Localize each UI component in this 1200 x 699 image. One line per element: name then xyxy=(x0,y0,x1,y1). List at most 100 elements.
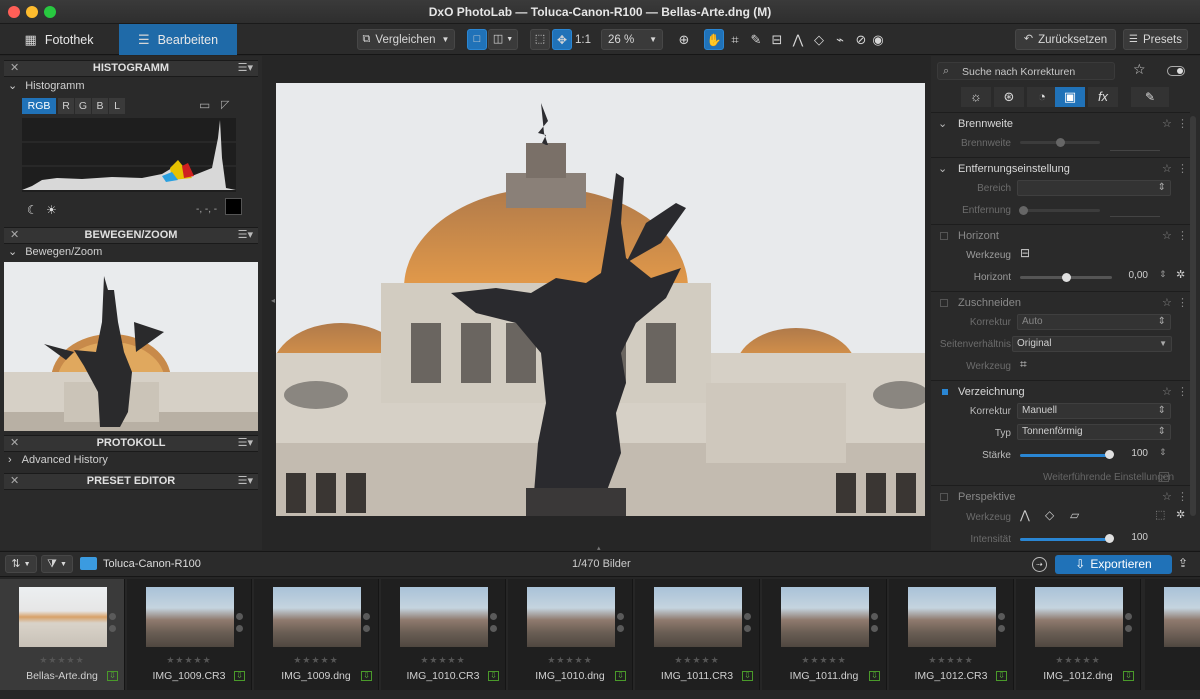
auto-magic-icon[interactable]: ✲ xyxy=(1176,508,1185,521)
close-icon[interactable]: ✕ xyxy=(10,61,19,76)
folder-name[interactable]: Toluca-Canon-R100 xyxy=(103,558,201,570)
filmstrip-scrollbar[interactable] xyxy=(0,690,1200,699)
move-zoom-header[interactable]: ✕ BEWEGEN/ZOOM ☰▾ xyxy=(4,227,258,244)
thumbnail[interactable]: ★★★★★ IMG_1011.CR3 ⇩ xyxy=(635,579,760,690)
tab-library[interactable]: ▦ Fotothek xyxy=(0,24,118,55)
rating-stars[interactable]: ★★★★★ xyxy=(762,655,886,666)
menu-icon[interactable]: ☰▾ xyxy=(238,61,253,76)
chevron-down-icon[interactable]: ⌄ xyxy=(1159,472,1169,482)
distortion-correction-select[interactable]: Manuell ⇕ xyxy=(1017,403,1171,419)
thumbnail[interactable]: ★★★★★ Bellas-Arte.dng ⇩ xyxy=(0,579,125,690)
perspective-tool-button[interactable]: ⋀ xyxy=(788,29,808,50)
thumbnail[interactable]: ★★★★★ IMG_1011.dng ⇩ xyxy=(762,579,887,690)
thumbnail-image[interactable] xyxy=(400,587,488,647)
zoom-one-to-one-button[interactable]: 1:1 xyxy=(573,29,593,50)
thumbnail[interactable]: ★★★★★ IMG_1010.dng ⇩ xyxy=(508,579,633,690)
horizon-knob[interactable] xyxy=(1062,273,1071,282)
tab-color-icon[interactable]: ⊛ xyxy=(994,87,1024,107)
rating-stars[interactable]: ★★★★★ xyxy=(0,655,124,666)
options-icon[interactable]: ⋮ xyxy=(1177,113,1188,135)
channel-b[interactable]: B xyxy=(92,98,108,114)
horizon-tool-button[interactable]: ⊟ xyxy=(767,29,787,50)
options-icon[interactable]: ⋮ xyxy=(1177,486,1188,508)
favorite-star-icon[interactable]: ☆ xyxy=(1162,486,1172,508)
move-tool-button[interactable]: ✥ xyxy=(552,29,572,50)
section-enable-checkbox[interactable] xyxy=(940,299,948,307)
auto-magic-icon[interactable]: ✲ xyxy=(1176,268,1185,281)
thumbnail-image[interactable] xyxy=(1035,587,1123,647)
options-icon[interactable]: ⋮ xyxy=(1177,292,1188,314)
download-icon[interactable]: ⇩ xyxy=(361,671,372,681)
thumbnail-image[interactable] xyxy=(19,587,107,647)
crop-correction-select[interactable]: Auto ⇕ xyxy=(1017,314,1171,330)
download-icon[interactable]: ⇩ xyxy=(869,671,880,681)
preset-editor-header[interactable]: ✕ PRESET EDITOR ☰▾ xyxy=(4,473,258,490)
presets-button[interactable]: ☰ Presets xyxy=(1123,29,1188,50)
thumbnail[interactable]: ★★★★★ IMG_1009.CR3 ⇩ xyxy=(127,579,252,690)
scrollbar[interactable] xyxy=(1190,116,1196,516)
move-zoom-subheader[interactable]: ⌄ Bewegen/Zoom xyxy=(8,245,102,260)
perspective-tool-1-icon[interactable]: ⋀ xyxy=(1020,508,1030,522)
export-button[interactable]: ⇩ Exportieren xyxy=(1055,555,1172,574)
aspect-ratio-select[interactable]: Original ▼ xyxy=(1012,336,1172,352)
close-icon[interactable]: ✕ xyxy=(10,228,19,243)
local-adjust-button[interactable]: ◇ xyxy=(809,29,829,50)
share-icon[interactable]: ⇪ xyxy=(1178,556,1188,570)
thumbnail-image[interactable] xyxy=(908,587,996,647)
tab-effects-icon[interactable]: fx xyxy=(1088,87,1118,107)
moon-icon[interactable]: ☾ xyxy=(27,203,38,217)
left-panel-splitter[interactable]: ◂ xyxy=(262,56,275,550)
perspective-auto-icon[interactable]: ⬚ xyxy=(1155,508,1165,521)
tab-geometry-icon[interactable]: ▣ xyxy=(1055,87,1085,107)
thumbnail[interactable]: ★★★★★ IMG_1010.CR3 ⇩ xyxy=(381,579,506,690)
distance-knob[interactable] xyxy=(1019,206,1028,215)
toggle-switch[interactable] xyxy=(1167,66,1185,76)
thumbnail[interactable]: ★★★★★ IMG_1012.CR3 ⇩ xyxy=(889,579,1014,690)
close-icon[interactable]: ✕ xyxy=(10,474,19,489)
perspective-intensity-slider[interactable] xyxy=(1020,538,1112,541)
section-enable-checkbox[interactable] xyxy=(940,493,948,501)
perspective-tool-2-icon[interactable]: ◇ xyxy=(1045,508,1054,522)
horizon-value[interactable]: 0,00 xyxy=(1120,268,1164,284)
options-icon[interactable]: ⋮ xyxy=(1177,158,1188,180)
perspective-intensity-value[interactable]: 100 xyxy=(1120,530,1164,546)
close-icon[interactable]: ✕ xyxy=(10,436,19,451)
distance-slider[interactable] xyxy=(1020,209,1100,212)
rating-stars[interactable]: ★★★★★ xyxy=(254,655,378,666)
rating-stars[interactable]: ★★★★★ xyxy=(889,655,1013,666)
tab-local-icon[interactable]: ✎ xyxy=(1131,87,1169,107)
download-icon[interactable]: ⇩ xyxy=(996,671,1007,681)
favorite-star-icon[interactable]: ☆ xyxy=(1133,61,1146,78)
channel-r[interactable]: R xyxy=(58,98,74,114)
thumbnail-image[interactable] xyxy=(273,587,361,647)
section-crop[interactable]: Zuschneiden ☆ ⋮ xyxy=(931,291,1190,313)
download-icon[interactable]: ⇩ xyxy=(107,671,118,681)
distortion-strength-slider[interactable] xyxy=(1020,454,1112,457)
section-enabled-indicator[interactable] xyxy=(942,389,948,395)
fit-screen-button[interactable]: ⬚ xyxy=(530,29,550,50)
thumbnail-partial[interactable] xyxy=(1145,579,1200,690)
favorite-star-icon[interactable]: ☆ xyxy=(1162,225,1172,247)
crop-tool-button[interactable]: ⌗ xyxy=(725,29,745,50)
crop-tool-icon[interactable]: ⌗ xyxy=(1020,357,1027,372)
single-view-button[interactable]: □ xyxy=(467,29,487,50)
compare-button[interactable]: ⧉ Vergleichen ▼ xyxy=(357,29,455,50)
gamut-icon[interactable]: ◸ xyxy=(221,98,229,111)
reset-button[interactable]: ↶ Zurücksetzen xyxy=(1015,29,1116,50)
histogram-subheader[interactable]: ⌄ Histogramm xyxy=(8,79,85,94)
stepper-icon[interactable]: ⇕ xyxy=(1159,447,1167,458)
distance-value[interactable] xyxy=(1110,203,1160,217)
rating-stars[interactable]: ★★★★★ xyxy=(127,655,251,666)
main-photo[interactable] xyxy=(276,83,925,516)
perspective-tool-3-icon[interactable]: ▱ xyxy=(1070,508,1079,522)
channel-g[interactable]: G xyxy=(75,98,91,114)
rating-stars[interactable]: ★★★★★ xyxy=(381,655,505,666)
history-subheader[interactable]: › Advanced History xyxy=(8,453,108,468)
filter-button[interactable]: ⧩ ▼ xyxy=(41,555,73,573)
hand-tool-button[interactable]: ✋ xyxy=(704,29,724,50)
preview-toggle-button[interactable]: ◉ xyxy=(868,29,888,50)
options-icon[interactable]: ⋮ xyxy=(1177,225,1188,247)
rating-stars[interactable]: ★★★★★ xyxy=(635,655,759,666)
rating-stars[interactable]: ★★★★★ xyxy=(1016,655,1140,666)
thumbnail-image[interactable] xyxy=(781,587,869,647)
